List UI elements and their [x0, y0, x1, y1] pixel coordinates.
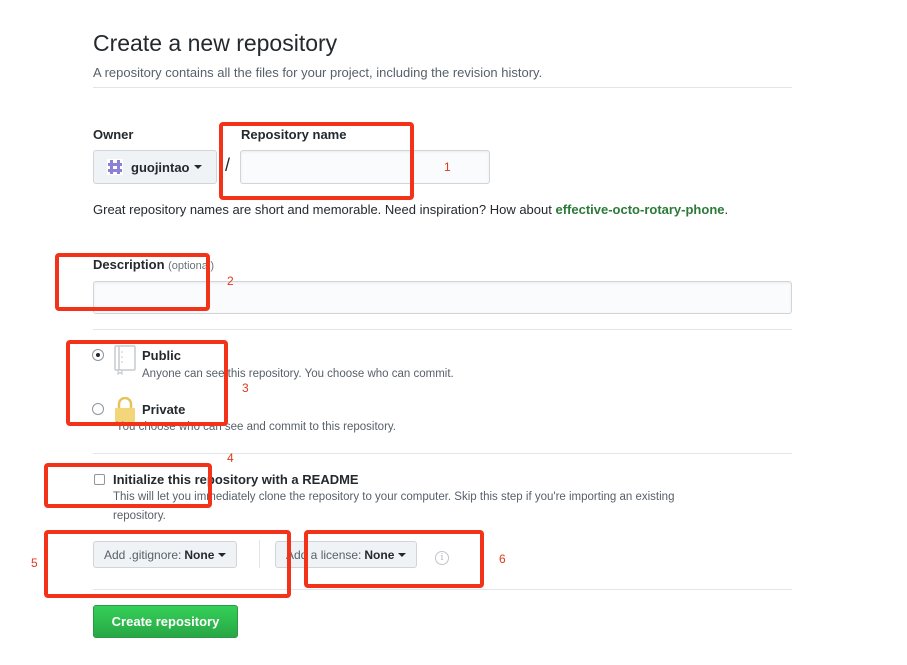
hint-end: .: [724, 202, 729, 217]
chevron-down-icon: [193, 165, 202, 169]
annotation-number-6: 6: [499, 552, 506, 566]
owner-avatar-icon: [107, 159, 123, 175]
owner-select-button[interactable]: guojintao: [93, 150, 217, 184]
repo-name-hint: Great repository names are short and mem…: [93, 199, 783, 220]
suggested-name-link[interactable]: effective-octo-rotary-phone: [555, 202, 724, 217]
annotation-number-4: 4: [227, 451, 234, 465]
annotation-box-2: [55, 253, 210, 311]
annotation-box-3: [66, 340, 228, 426]
create-repository-button[interactable]: Create repository: [93, 605, 238, 638]
annotation-number-3: 3: [242, 381, 249, 395]
readme-option-desc-2: repository.: [113, 510, 166, 522]
description-divider: [93, 329, 792, 330]
owner-name: guojintao: [131, 159, 190, 175]
header-divider: [93, 87, 792, 88]
annotation-box-5: [44, 530, 291, 598]
annotation-box-4: [44, 463, 212, 508]
annotation-number-2: 2: [227, 274, 234, 288]
hint-text: Great repository names are short and mem…: [93, 202, 556, 217]
annotation-box-6: [304, 530, 484, 588]
annotation-number-5: 5: [31, 556, 38, 570]
page-subtitle: A repository contains all the files for …: [93, 65, 543, 80]
page-title: Create a new repository: [93, 30, 338, 56]
visibility-divider: [93, 453, 792, 454]
annotation-box-1: [219, 122, 414, 200]
owner-label: Owner: [93, 127, 134, 142]
annotation-number-1: 1: [444, 160, 451, 174]
